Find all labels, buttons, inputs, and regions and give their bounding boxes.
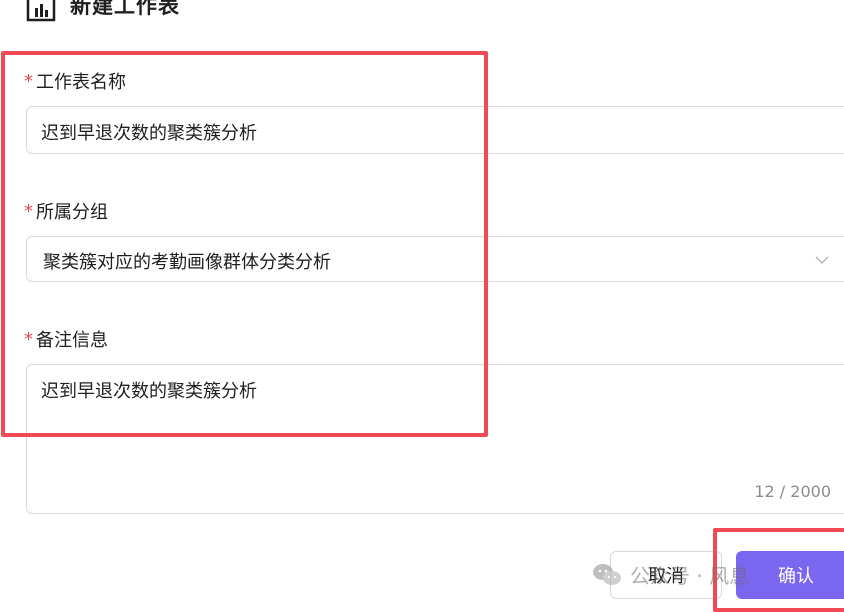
dialog-title: 新建工作表 <box>70 0 180 18</box>
sheet-name-input[interactable]: 迟到早退次数的聚类簇分析 <box>26 106 844 154</box>
confirm-button[interactable]: 确认 <box>736 551 844 599</box>
sheet-name-value: 迟到早退次数的聚类簇分析 <box>41 123 257 144</box>
group-selected-value: 聚类簇对应的考勤画像群体分类分析 <box>43 252 331 273</box>
required-mark: * <box>24 70 33 92</box>
dialog-header: 新建工作表 <box>26 0 180 22</box>
group-label-text: 所属分组 <box>36 202 108 223</box>
remark-label-text: 备注信息 <box>36 330 108 351</box>
sheet-name-label-text: 工作表名称 <box>36 72 126 93</box>
sheet-name-label: * 工作表名称 <box>24 68 126 94</box>
remark-value: 迟到早退次数的聚类簇分析 <box>41 381 257 402</box>
chevron-down-icon[interactable] <box>815 255 829 265</box>
wechat-icon <box>593 563 621 585</box>
group-label: * 所属分组 <box>24 198 108 224</box>
group-select[interactable]: 聚类簇对应的考勤画像群体分类分析 <box>26 236 844 282</box>
remark-textarea[interactable]: 迟到早退次数的聚类簇分析 12 / 2000 <box>26 364 844 514</box>
required-mark: * <box>24 328 33 350</box>
bar-chart-icon <box>26 0 56 22</box>
remark-label: * 备注信息 <box>24 326 108 352</box>
watermark: 公众号 · 风息 <box>592 560 749 589</box>
char-counter: 12 / 2000 <box>754 482 831 501</box>
watermark-text: 公众号 · 风息 <box>630 564 750 588</box>
required-mark: * <box>24 200 33 222</box>
